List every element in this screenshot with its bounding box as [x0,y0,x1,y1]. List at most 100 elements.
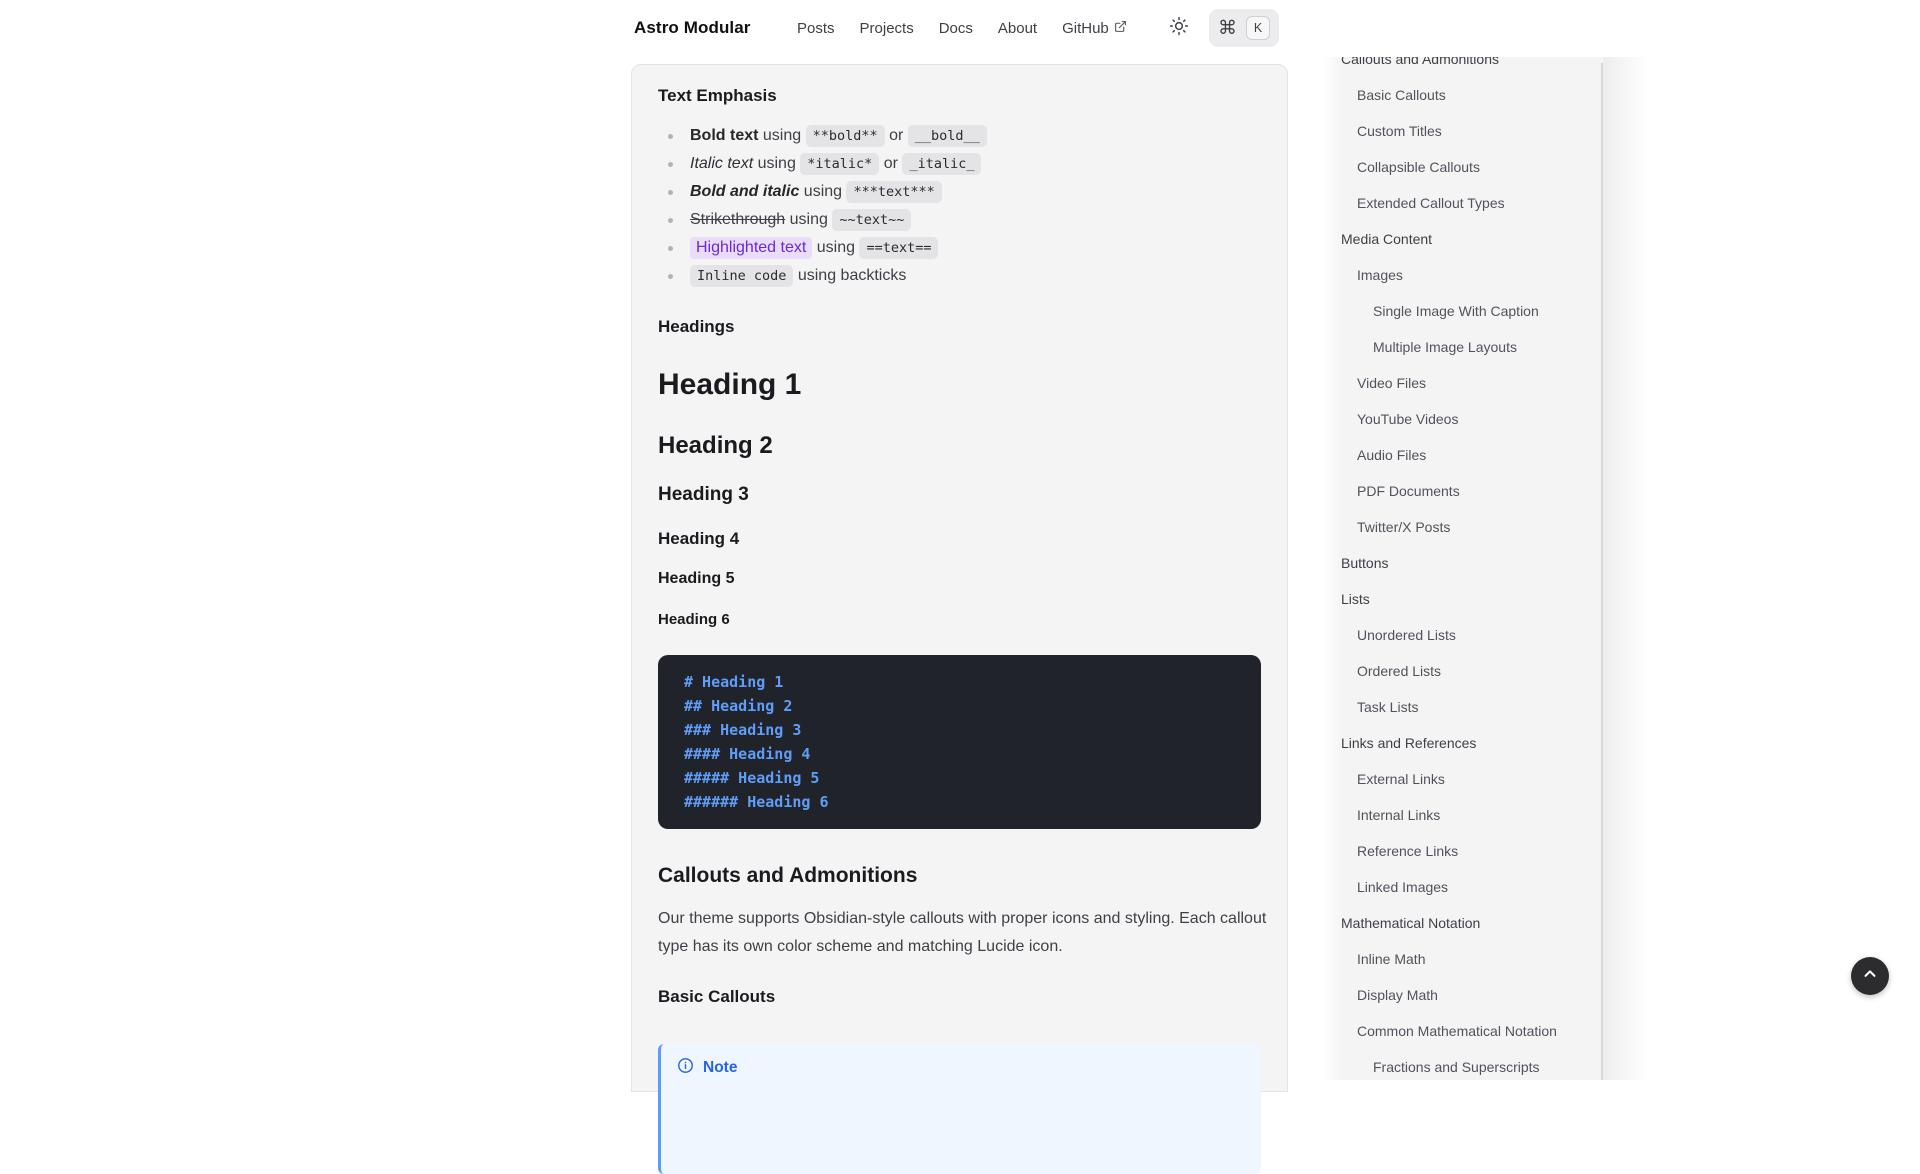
toc-item-mathematical-notation[interactable]: Mathematical Notation [1323,905,1603,941]
section-heading-headings: Headings [658,316,1261,338]
text-emphasis-item: Italic text using *italic* or _italic_ [658,150,1261,178]
toc-item-fractions-and-superscripts[interactable]: Fractions and Superscripts [1323,1049,1603,1080]
toc-item-extended-callout-types[interactable]: Extended Callout Types [1323,185,1603,221]
toc-item-unordered-lists[interactable]: Unordered Lists [1323,617,1603,653]
toc-edge-fade [1603,57,1649,1080]
text-emphasis-item: Strikethrough using ~~text~~ [658,206,1261,234]
text-segment-italic: Italic text [690,155,753,173]
markdown-code-block: # Heading 1## Heading 2### Heading 3####… [658,655,1261,829]
nav-item-label: Projects [860,20,914,37]
info-icon [677,1057,694,1079]
toc-item-lists[interactable]: Lists [1323,581,1603,617]
code-line: # Heading 1 [684,670,1235,694]
text-emphasis-item: Inline code using backticks [658,262,1261,290]
text-emphasis-item: Highlighted text using ==text== [658,234,1261,262]
code-line: ## Heading 2 [684,694,1235,718]
toc-item-ordered-lists[interactable]: Ordered Lists [1323,653,1603,689]
toc-item-video-files[interactable]: Video Files [1323,365,1603,401]
nav-item-label: GitHub [1062,20,1109,37]
chevron-up-icon [1861,965,1879,988]
toc-item-twitter-x-posts[interactable]: Twitter/X Posts [1323,509,1603,545]
text-segment-code: _italic_ [902,153,981,175]
toc-item-single-image-with-caption[interactable]: Single Image With Caption [1323,293,1603,329]
heading-example-h1: Heading 1 [658,367,1261,403]
nav-item-posts[interactable]: Posts [797,20,835,37]
command-palette-button[interactable]: ⌘ K [1209,9,1279,47]
scroll-to-top-button[interactable] [1851,957,1889,995]
text-emphasis-list: Bold text using **bold** or __bold__Ital… [658,122,1261,290]
code-line: ###### Heading 6 [684,790,1235,814]
text-segment-plain: using [758,127,805,145]
toc-item-multiple-image-layouts[interactable]: Multiple Image Layouts [1323,329,1603,365]
table-of-contents: Callouts and AdmonitionsBasic CalloutsCu… [1323,57,1603,1080]
toc-item-media-content[interactable]: Media Content [1323,221,1603,257]
toc-item-basic-callouts[interactable]: Basic Callouts [1323,77,1603,113]
toc-item-audio-files[interactable]: Audio Files [1323,437,1603,473]
nav-item-docs[interactable]: Docs [939,20,973,37]
nav-item-label: About [998,20,1037,37]
text-segment-code: ~~text~~ [832,209,911,231]
callouts-paragraph: Our theme supports Obsidian-style callou… [658,905,1268,961]
toc-item-internal-links[interactable]: Internal Links [1323,797,1603,833]
text-segment-plain: or [879,155,902,173]
nav-item-projects[interactable]: Projects [860,20,914,37]
toc-item-images[interactable]: Images [1323,257,1603,293]
text-segment-plain: or [885,127,908,145]
text-emphasis-item: Bold and italic using ***text*** [658,178,1261,206]
toc-item-display-math[interactable]: Display Math [1323,977,1603,1013]
toc-item-linked-images[interactable]: Linked Images [1323,869,1603,905]
heading-examples: Heading 1 Heading 2 Heading 3 Heading 4 Head… [658,367,1261,631]
article-content: Text Emphasis Bold text using **bold** o… [632,65,1287,1174]
toc-item-custom-titles[interactable]: Custom Titles [1323,113,1603,149]
key-badge-k: K [1246,16,1270,40]
bullet-dot-icon [668,218,673,223]
toc-item-youtube-videos[interactable]: YouTube Videos [1323,401,1603,437]
toc-item-collapsible-callouts[interactable]: Collapsible Callouts [1323,149,1603,185]
section-heading-text-emphasis: Text Emphasis [658,85,1261,107]
toc-item-reference-links[interactable]: Reference Links [1323,833,1603,869]
nav-item-label: Posts [797,20,835,37]
text-segment-code: ***text*** [846,181,941,203]
note-callout-title: Note [703,1059,737,1077]
heading-example-h6: Heading 6 [658,609,1261,631]
note-callout-title-row: Note [677,1057,1245,1079]
heading-example-h5: Heading 5 [658,568,1261,590]
code-line: ### Heading 3 [684,718,1235,742]
theme-toggle-button[interactable] [1164,13,1194,43]
text-segment-plain: using [753,155,800,173]
toc-item-buttons[interactable]: Buttons [1323,545,1603,581]
heading-example-h3: Heading 3 [658,482,1261,508]
heading-example-h4: Heading 4 [658,527,1261,551]
toc-scrollbar[interactable] [1601,63,1603,1080]
command-icon: ⌘ [1218,19,1237,38]
toc-item-external-links[interactable]: External Links [1323,761,1603,797]
site-logo[interactable]: Astro Modular [634,18,751,38]
nav-item-label: Docs [939,20,973,37]
code-line: #### Heading 4 [684,742,1235,766]
text-segment-highlight: Highlighted text [690,237,812,259]
toc-item-inline-math[interactable]: Inline Math [1323,941,1603,977]
heading-example-h2: Heading 2 [658,431,1261,461]
toc-item-task-lists[interactable]: Task Lists [1323,689,1603,725]
toc-item-common-mathematical-notation[interactable]: Common Mathematical Notation [1323,1013,1603,1049]
bullet-dot-icon [668,246,673,251]
text-segment-bolditalic: Bold and italic [690,183,799,201]
toc-item-links-and-references[interactable]: Links and References [1323,725,1603,761]
text-segment-plain: using [812,239,859,257]
toc-item-callouts-and-admonitions[interactable]: Callouts and Admonitions [1323,57,1603,77]
text-segment-plain: using [785,211,832,229]
toc-list: Callouts and AdmonitionsBasic CalloutsCu… [1323,57,1603,1080]
site-header: Astro Modular Posts Projects Docs About GitH… [0,0,1920,56]
text-segment-plain: using [799,183,846,201]
external-link-icon [1114,20,1127,37]
nav-item-github[interactable]: GitHub [1062,20,1127,37]
main-nav: Posts Projects Docs About GitHub [797,20,1127,37]
code-line: ##### Heading 5 [684,766,1235,790]
note-callout: Note [658,1044,1261,1174]
text-segment-plain: using backticks [793,267,906,285]
nav-item-about[interactable]: About [998,20,1037,37]
bullet-dot-icon [668,134,673,139]
section-heading-basic-callouts: Basic Callouts [658,986,1261,1008]
toc-item-pdf-documents[interactable]: PDF Documents [1323,473,1603,509]
text-segment-bold: Bold text [690,127,758,145]
